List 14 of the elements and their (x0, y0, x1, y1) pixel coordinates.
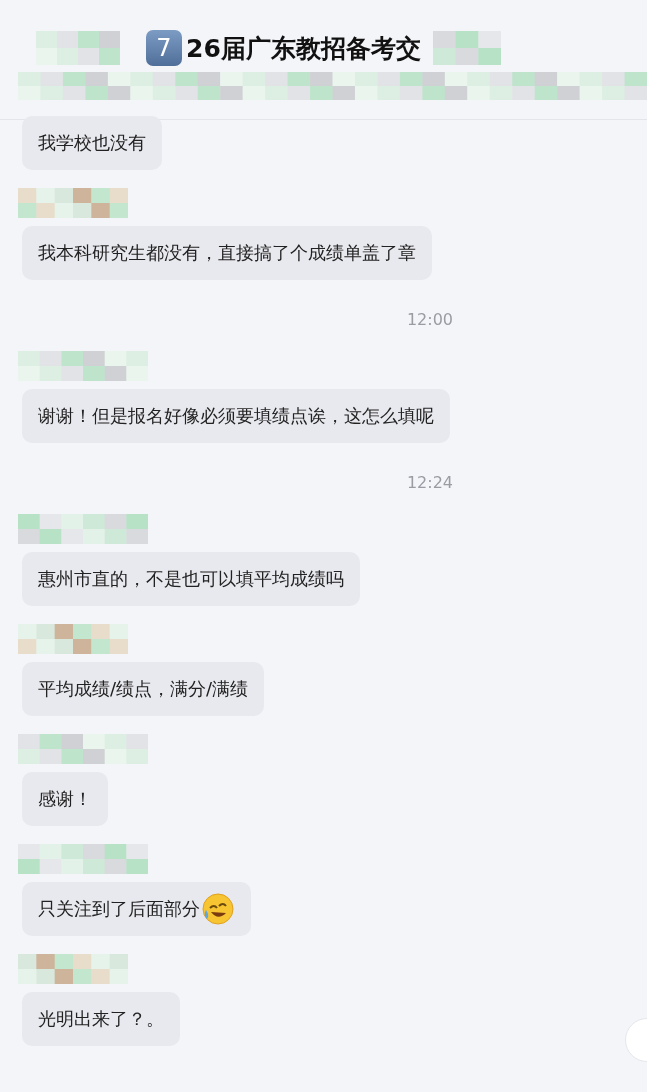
laughing-emoji-icon (201, 892, 235, 926)
message-bubble: 我本科研究生都没有，直接搞了个成绩单盖了章 (22, 226, 432, 280)
message-bubble: 只关注到了后面部分 (22, 882, 251, 936)
message-bubble: 光明出来了？。 (22, 992, 180, 1046)
message-bubble: 平均成绩/绩点，满分/满绩 (22, 662, 265, 716)
message-bubble: 惠州市直的，不是也可以填平均成绩吗 (22, 552, 360, 606)
timestamp: 12:24 (406, 473, 453, 492)
message-bubble: 我学校也没有 (22, 116, 162, 170)
message-bubble: 谢谢！但是报名好像必须要填绩点诶，这怎么填呢 (22, 389, 450, 443)
group-title: 26届广东教招备考交 (186, 32, 421, 65)
message-bubble: 感谢！ (22, 772, 108, 826)
blurred-text-drawing (432, 31, 501, 65)
keycap-badge: 7 (146, 30, 182, 66)
timestamp: 12:00 (406, 310, 453, 329)
